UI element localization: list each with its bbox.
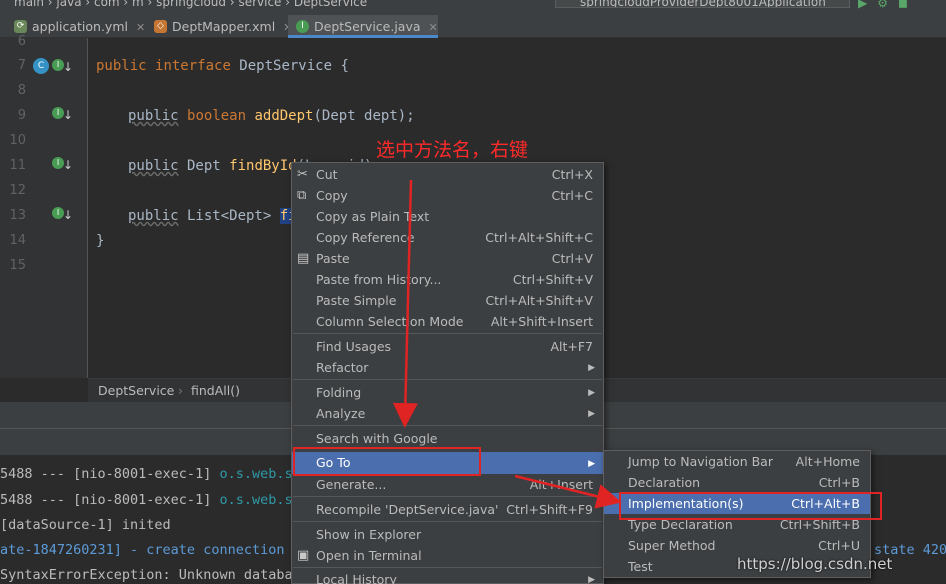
annotation-arrows [392, 179, 622, 509]
arrow-to-implementations [514, 474, 622, 509]
watermark-text: https://blog.csdn.net [737, 555, 893, 573]
arrow-down-to-goto [392, 179, 418, 428]
